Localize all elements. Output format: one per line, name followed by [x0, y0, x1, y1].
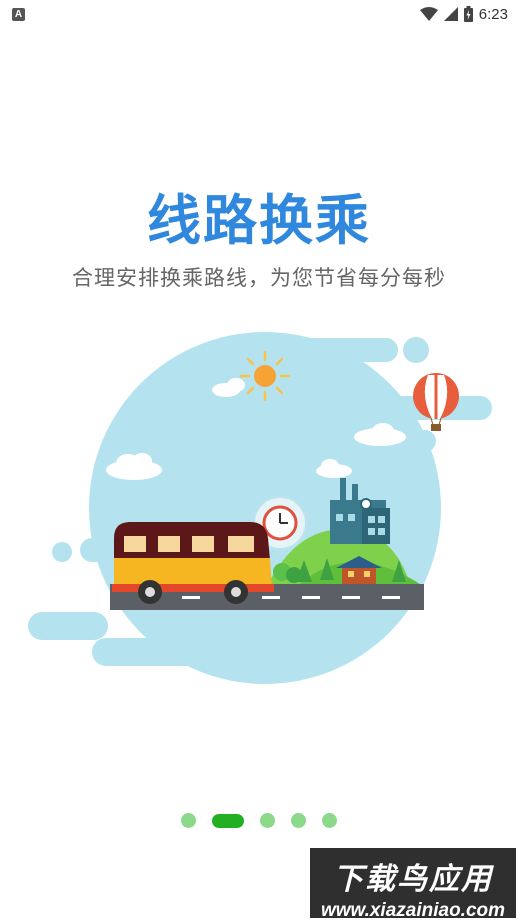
battery-icon [463, 6, 473, 22]
cell-signal-icon [443, 7, 458, 21]
page-dot[interactable] [260, 813, 275, 828]
watermark-url: www.xiazainiao.com [320, 900, 506, 921]
page-dot-active[interactable] [212, 813, 244, 828]
wifi-icon [419, 7, 438, 21]
onboarding-subtitle: 合理安排换乘路线，为您节省每分每秒 [72, 266, 446, 290]
hot-air-balloon-icon [413, 373, 459, 431]
page-dot[interactable] [291, 813, 306, 828]
watermark-title: 下载鸟应用 [333, 862, 493, 897]
status-bar: A 6:23 [0, 0, 518, 28]
bus-city-illustration [28, 332, 492, 684]
page-indicator [0, 813, 518, 828]
onboarding-title: 线路换乘 [147, 189, 371, 252]
sun-icon [239, 350, 291, 402]
site-watermark: 下载鸟应用 www.xiazainiao.com [310, 848, 516, 921]
notification-a-icon: A [12, 7, 25, 21]
page-dot[interactable] [322, 813, 337, 828]
status-right: 6:23 [419, 5, 508, 23]
clock-time: 6:23 [478, 5, 508, 23]
page-dot[interactable] [181, 813, 196, 828]
status-left: A [12, 7, 25, 21]
bus-icon [112, 522, 274, 604]
